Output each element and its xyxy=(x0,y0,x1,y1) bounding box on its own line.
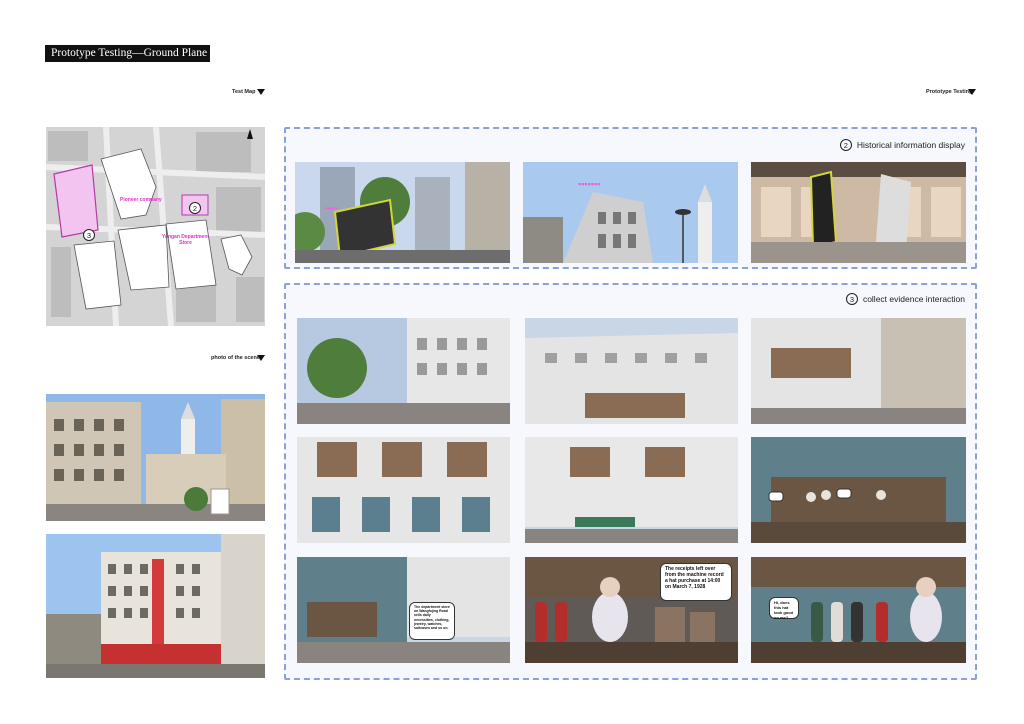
svg-text:▪▪▪▪▪▪: ▪▪▪▪▪▪ xyxy=(325,206,338,212)
evidence-shot-6 xyxy=(751,437,966,543)
evidence-shot-5 xyxy=(525,437,738,543)
historical-info-panel: 2 Historical information display ▪▪▪▪▪▪ … xyxy=(284,127,977,269)
triangle-down-icon xyxy=(968,89,976,95)
scene-photo-2 xyxy=(46,534,265,678)
prototype-testing-label: Prototype Testing xyxy=(926,89,973,95)
map-marker-3: 3 xyxy=(83,229,95,241)
photo-scene-label: photo of the scene xyxy=(211,355,260,361)
scene-photo-1 xyxy=(46,394,265,521)
speech-bubble-a: The department store on Wangfujing Road … xyxy=(409,602,455,640)
speech-bubble-c: Hi, does this hat look good on me? xyxy=(769,597,799,620)
historical-shot-1: ▪▪▪▪▪▪ xyxy=(295,162,510,263)
map-label-yongan: Yongan Department Store xyxy=(161,234,210,246)
evidence-shot-1 xyxy=(297,318,510,424)
map-label-pioneer: Pioneer company xyxy=(120,197,162,203)
map-marker-2: 2 xyxy=(189,202,201,214)
evidence-section-label: collect evidence interaction xyxy=(862,294,965,304)
historical-shot-3 xyxy=(751,162,966,263)
triangle-down-icon xyxy=(257,355,265,361)
section-number-3: 3 xyxy=(845,293,858,305)
historical-shot-2: ▪▪▪▪▪▪▪ xyxy=(523,162,738,263)
collect-evidence-panel: 3 collect evidence interaction The depar… xyxy=(284,283,977,680)
triangle-down-icon xyxy=(257,89,265,95)
evidence-shot-3 xyxy=(751,318,966,424)
test-map-label: Test Map xyxy=(232,89,256,95)
test-map: 2 3 Pioneer company Yongan Department St… xyxy=(46,127,265,326)
evidence-shot-9: Hi, does this hat look good on me? xyxy=(751,557,966,663)
evidence-shot-7: The department store on Wangfujing Road … xyxy=(297,557,510,663)
historical-section-label: Historical information display xyxy=(856,140,965,150)
evidence-shot-4 xyxy=(297,437,510,543)
evidence-shot-8: The receipts left over from the machine … xyxy=(525,557,738,663)
evidence-shot-2 xyxy=(525,318,738,424)
section-number-2: 2 xyxy=(839,139,852,151)
svg-text:▪▪▪▪▪▪▪: ▪▪▪▪▪▪▪ xyxy=(578,179,600,189)
speech-bubble-b: The receipts left over from the machine … xyxy=(660,563,732,601)
page-title: Prototype Testing—Ground Plane xyxy=(45,45,210,62)
